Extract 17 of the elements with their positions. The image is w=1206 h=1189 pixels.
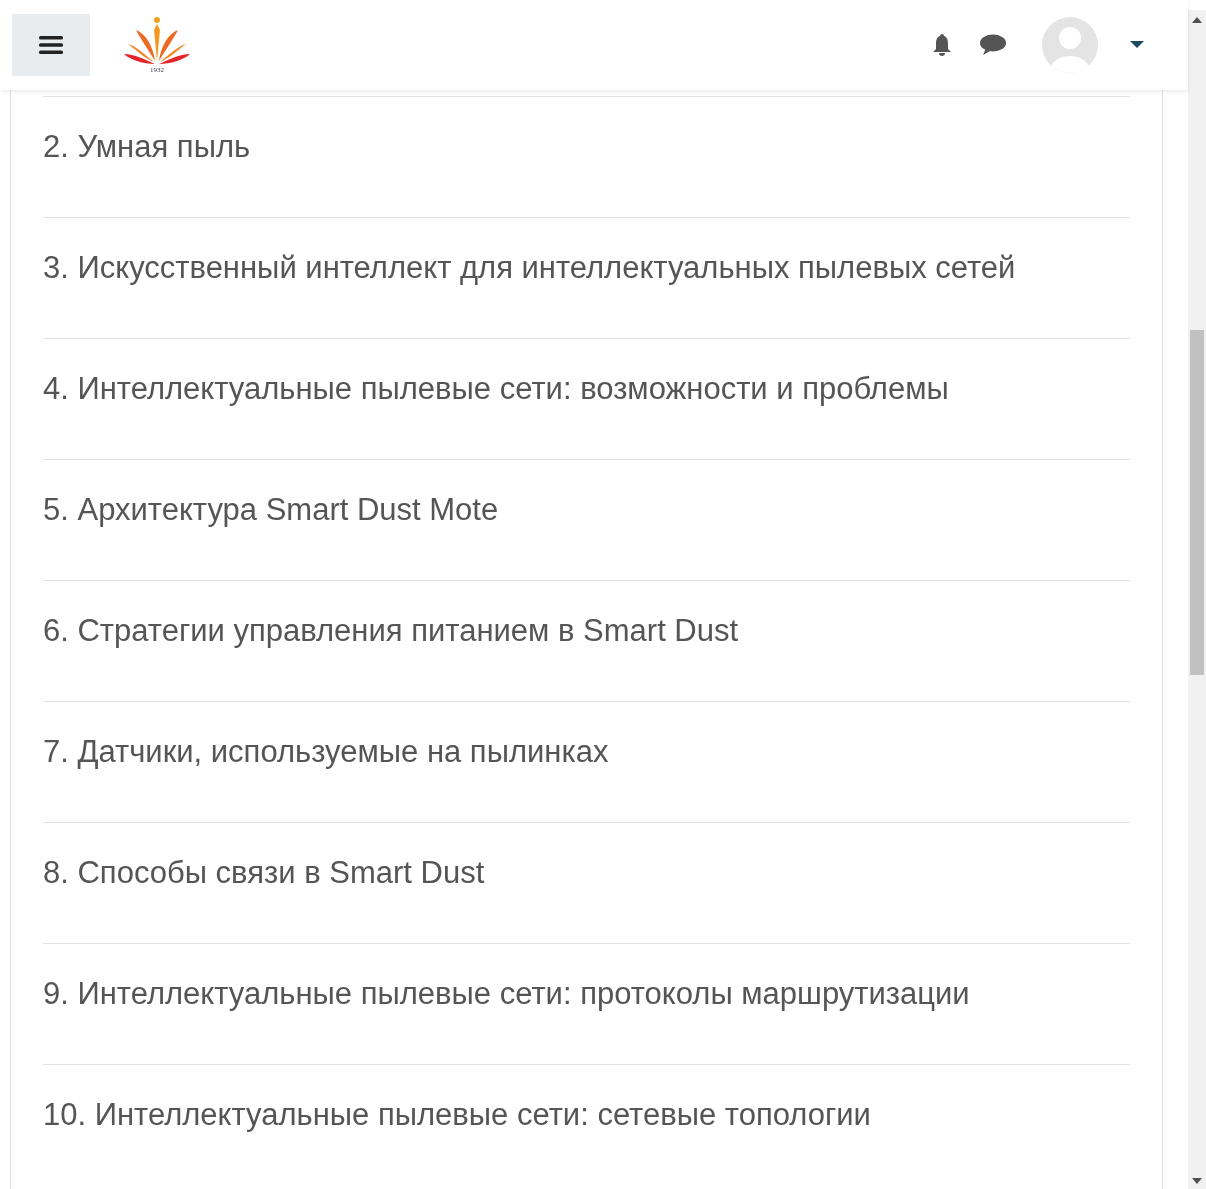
section-link[interactable]: 6. Стратегии управления питанием в Smart Dust (43, 613, 739, 648)
caret-icon[interactable] (1130, 41, 1144, 49)
scroll-down-icon[interactable] (1192, 1177, 1202, 1185)
section-link[interactable]: 4. Интеллектуальные пылевые сети: возможности и проблемы (43, 371, 949, 406)
chat-bubble-icon[interactable] (980, 34, 1006, 56)
section-link[interactable]: 9. Интеллектуальные пылевые сети: протоколы маршрутизации (43, 976, 970, 1011)
section-link[interactable]: 7. Датчики, используемые на пылинках (43, 734, 609, 769)
section-link[interactable]: 2. Умная пыль (43, 129, 251, 164)
lotus-logo-icon (124, 16, 190, 66)
menu-button[interactable] (12, 14, 90, 76)
scrollbar-thumb[interactable] (1190, 330, 1204, 675)
section-link[interactable]: 8. Способы связи в Smart Dust (43, 855, 485, 890)
menu-icon (39, 35, 63, 55)
section-link[interactable]: 5. Архитектура Smart Dust Mote (43, 492, 499, 527)
section-link[interactable]: 10. Интеллектуальные пылевые сети: сетевые топологии (43, 1097, 871, 1132)
section-link[interactable]: 3. Искусственный интеллект для интеллектуальных пылевых сетей (43, 250, 1016, 285)
scroll-up-icon[interactable] (1192, 16, 1202, 24)
